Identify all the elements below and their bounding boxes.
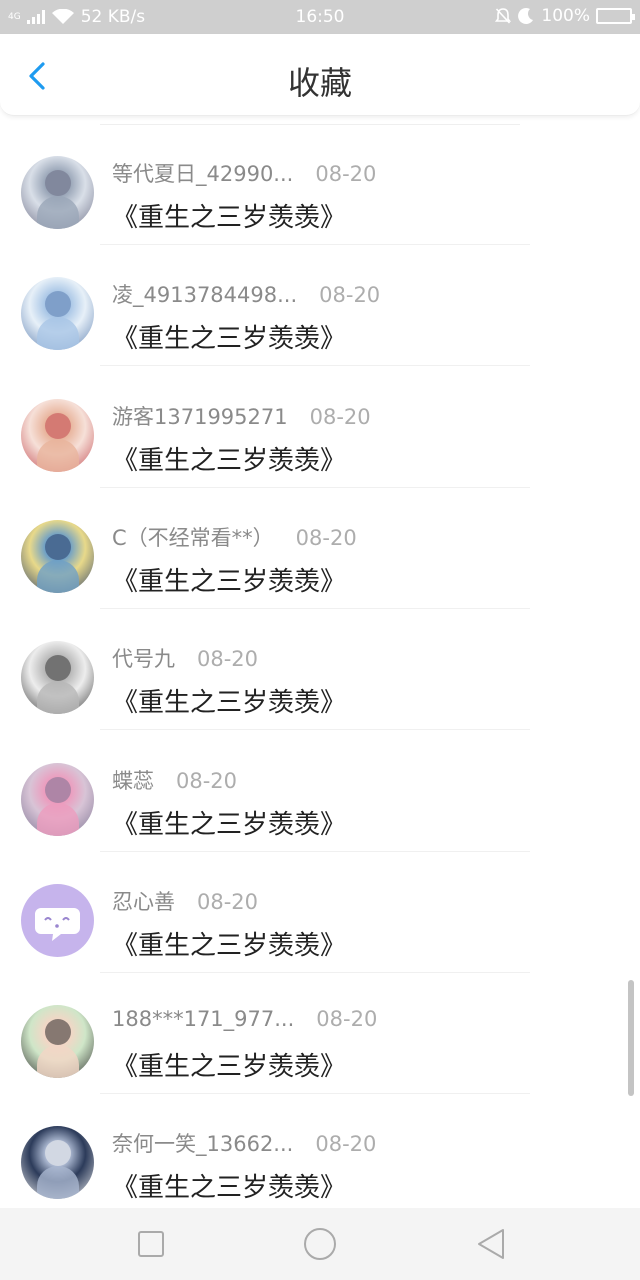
avatar[interactable] (21, 156, 94, 229)
item-meta: 蝶蕊 08-20 (112, 765, 237, 795)
item-meta: C（不经常看**） 08-20 (112, 522, 357, 552)
avatar-figure (45, 655, 71, 682)
avatar[interactable] (21, 883, 94, 957)
user-name: C（不经常看**） (112, 525, 274, 550)
item-date: 08-20 (197, 889, 259, 914)
battery-percent: 100% (541, 6, 590, 26)
scrollbar-thumb[interactable] (628, 980, 634, 1096)
avatar-figure-body (37, 317, 79, 351)
battery-icon (596, 8, 635, 24)
status-bar: 4G 52 KB/s 16:50 100% (0, 0, 640, 34)
book-title[interactable]: 《重生之三岁羡羡》 (112, 197, 346, 234)
item-date: 08-20 (309, 404, 371, 429)
book-title[interactable]: 《重生之三岁羡羡》 (112, 561, 346, 598)
user-name: 游客1371995271 (112, 404, 288, 429)
book-title[interactable]: 《重生之三岁羡羡》 (112, 1167, 346, 1204)
book-title[interactable]: 《重生之三岁羡羡》 (112, 804, 346, 841)
recent-apps-icon[interactable] (133, 1226, 169, 1262)
item-date: 08-20 (315, 162, 377, 186)
user-name: 代号九 (112, 647, 175, 672)
home-icon[interactable] (302, 1226, 338, 1262)
item-meta: 忍心善 08-20 (112, 886, 258, 916)
avatar[interactable] (21, 398, 94, 472)
avatar[interactable] (21, 1005, 94, 1079)
avatar-figure (45, 170, 71, 196)
user-name: 奈何一笑_13662... (112, 1132, 294, 1157)
book-title[interactable]: 《重生之三岁羡羡》 (112, 1046, 346, 1083)
list-item[interactable]: 奈何一笑_13662... 08-20 《重生之三岁羡羡》 (0, 1094, 640, 1208)
item-date: 08-20 (176, 768, 238, 793)
avatar[interactable] (21, 519, 94, 593)
list-item[interactable]: 蝶蕊 08-20 《重生之三岁羡羡》 (0, 731, 640, 852)
list-item[interactable]: 等代夏日_42990... 08-20 《重生之三岁羡羡》 (0, 124, 640, 245)
book-title[interactable]: 《重生之三岁羡羡》 (112, 318, 346, 355)
book-title[interactable]: 《重生之三岁羡羡》 (112, 682, 346, 719)
avatar-figure-body (37, 1045, 79, 1079)
item-date: 08-20 (319, 283, 381, 308)
avatar[interactable] (21, 1126, 94, 1200)
book-title[interactable]: 《重生之三岁羡羡》 (112, 925, 346, 962)
avatar[interactable] (21, 277, 94, 351)
app-header: 收藏 (0, 34, 640, 116)
system-nav-bar (0, 1208, 640, 1280)
avatar-figure-body (37, 1166, 79, 1200)
avatar[interactable] (21, 762, 94, 836)
avatar-figure-body (37, 681, 79, 715)
item-date: 08-20 (315, 1132, 377, 1157)
item-meta: 游客1371995271 08-20 (112, 401, 371, 431)
chat-bubble-icon (35, 907, 80, 941)
item-date: 08-20 (295, 525, 357, 550)
back-icon[interactable] (473, 1226, 509, 1262)
user-name: 凌_4913784498... (112, 283, 298, 308)
item-date: 08-20 (316, 1007, 378, 1032)
status-right: 100% (495, 6, 635, 26)
avatar-figure (45, 291, 71, 318)
item-meta: 代号九 08-20 (112, 643, 258, 673)
user-name: 188***171_977... (112, 1007, 295, 1032)
page-title: 收藏 (287, 64, 352, 102)
list-item[interactable]: 凌_4913784498... 08-20 《重生之三岁羡羡》 (0, 245, 640, 367)
avatar-figure-body (37, 196, 79, 229)
user-name: 忍心善 (112, 889, 175, 914)
avatar-figure-body (37, 559, 79, 593)
user-name: 等代夏日_42990... (112, 162, 294, 186)
user-name: 蝶蕊 (112, 768, 154, 793)
avatar-figure (45, 1019, 71, 1046)
item-meta: 188***171_977... 08-20 (112, 1007, 377, 1031)
item-meta: 凌_4913784498... 08-20 (112, 279, 380, 309)
avatar[interactable] (21, 641, 94, 715)
moon-icon (518, 7, 534, 24)
avatar-figure (45, 533, 71, 560)
list-item[interactable]: 忍心善 08-20 《重生之三岁羡羡》 (0, 852, 640, 973)
item-date: 08-20 (197, 647, 259, 672)
avatar-figure-body (37, 802, 79, 836)
avatar-figure (45, 412, 71, 439)
item-meta: 等代夏日_42990... 08-20 (112, 158, 376, 188)
avatar-figure (45, 776, 71, 803)
list-item[interactable]: C（不经常看**） 08-20 《重生之三岁羡羡》 (0, 488, 640, 609)
list-item[interactable]: 188***171_977... 08-20 《重生之三岁羡羡》 (0, 973, 640, 1095)
avatar-figure-body (37, 438, 79, 472)
book-title[interactable]: 《重生之三岁羡羡》 (112, 440, 346, 477)
avatar-figure (45, 1140, 71, 1167)
list-item[interactable]: 代号九 08-20 《重生之三岁羡羡》 (0, 609, 640, 731)
mute-icon (495, 8, 512, 24)
favorites-list[interactable]: 等代夏日_42990... 08-20 《重生之三岁羡羡》 凌_4913784498.… (0, 116, 640, 1208)
item-meta: 奈何一笑_13662... 08-20 (112, 1128, 376, 1158)
list-item[interactable]: 游客1371995271 08-20 《重生之三岁羡羡》 (0, 367, 640, 488)
